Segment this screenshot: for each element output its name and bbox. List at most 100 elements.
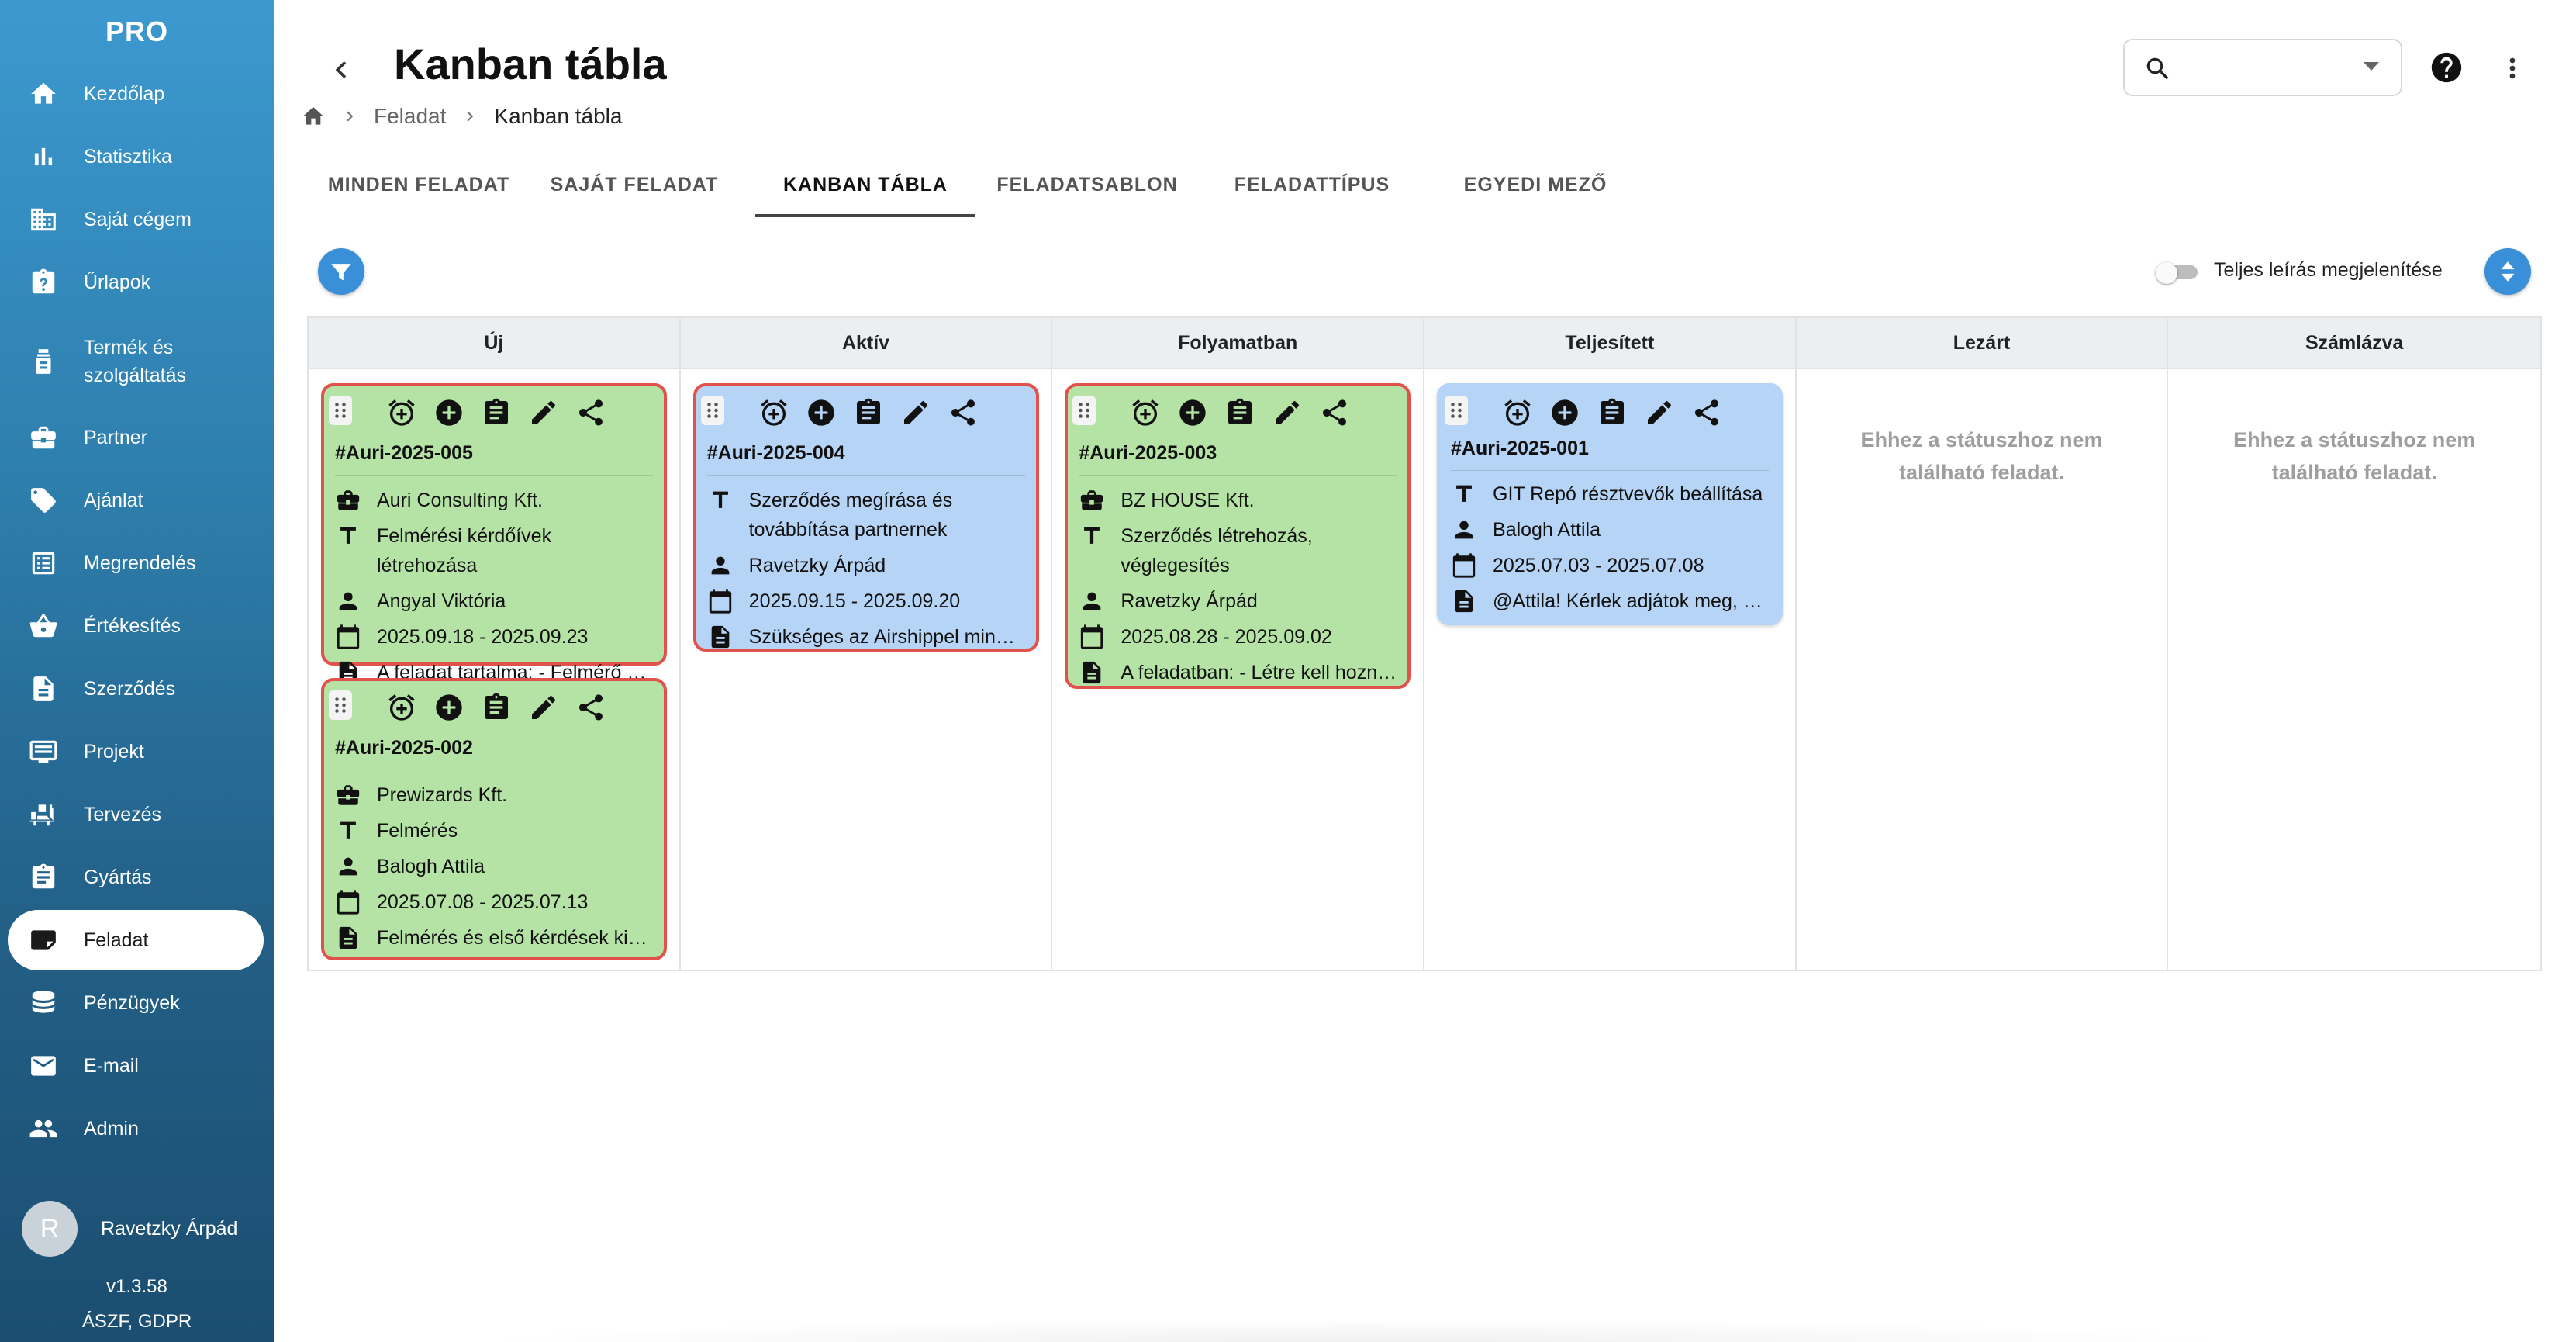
task-dates: 2025.08.28 - 2025.09.02 [1121, 626, 1332, 648]
drag-handle-icon[interactable] [1445, 396, 1469, 425]
add-circle-icon[interactable] [1176, 396, 1210, 430]
share-icon[interactable] [946, 396, 980, 430]
task-assignee: Balogh Attila [1493, 519, 1601, 541]
alarm-icon[interactable] [1128, 396, 1162, 430]
task-partner-row: BZ HOUSE Kft. [1079, 486, 1397, 515]
edit-icon[interactable] [527, 690, 561, 725]
sidebar-item-statisztika[interactable]: Statisztika [8, 126, 264, 187]
share-icon[interactable] [574, 690, 608, 725]
help-button[interactable] [2429, 50, 2464, 85]
column-title: Lezárt [1796, 318, 2167, 369]
alarm-icon[interactable] [385, 396, 419, 430]
column-title: Új [309, 318, 679, 369]
task-dates-row: 2025.07.08 - 2025.07.13 [335, 887, 653, 917]
task-partner: Auri Consulting Kft. [377, 489, 543, 511]
sidebar-item-szerzodes[interactable]: Szerződés [8, 659, 264, 719]
add-circle-icon[interactable] [1548, 396, 1582, 430]
task-card[interactable]: #Auri-2025-004 Szerződés megírása és tov… [692, 383, 1039, 652]
full-description-toggle[interactable] [2156, 262, 2199, 284]
add-circle-icon[interactable] [804, 396, 838, 430]
legal-links[interactable]: ÁSZF, GDPR [0, 1311, 274, 1333]
empty-column-message: Ehhez a státuszhoz nem található feladat… [2233, 428, 2476, 484]
clipboard-icon[interactable] [1223, 396, 1257, 430]
edit-icon[interactable] [899, 396, 933, 430]
task-title: Felmérési kérdőívek létrehozása [377, 525, 552, 576]
task-card[interactable]: #Auri-2025-001 GIT Repó résztvevők beáll… [1437, 383, 1784, 625]
sidebar-item-partner[interactable]: Partner [8, 407, 264, 468]
home-icon[interactable] [301, 104, 326, 129]
task-code: #Auri-2025-005 [335, 442, 473, 464]
share-icon[interactable] [1317, 396, 1352, 430]
more-options-button[interactable] [2497, 51, 2528, 85]
task-card[interactable]: #Auri-2025-005 Auri Consulting Kft. Felm… [321, 383, 667, 684]
sidebar-item-gyartas[interactable]: Gyártás [8, 847, 264, 908]
kanban-column-folyamatban: Folyamatban #Auri-2025-003 BZ HOUSE Kft. [1052, 318, 1425, 970]
alarm-icon[interactable] [385, 690, 419, 725]
chevron-right-icon [340, 106, 360, 126]
title-icon [335, 523, 361, 549]
sort-button[interactable] [2484, 248, 2531, 295]
drag-handle-icon[interactable] [329, 690, 352, 720]
edit-icon[interactable] [1270, 396, 1304, 430]
sidebar-item-kezdolap[interactable]: Kezdőlap [8, 64, 264, 124]
clipboard-icon[interactable] [851, 396, 886, 430]
alarm-icon[interactable] [1500, 396, 1535, 430]
task-card[interactable]: #Auri-2025-002 Prewizards Kft. Felmérés … [321, 678, 667, 960]
task-description: A feladatban: - Létre kell hozni a [1121, 662, 1397, 683]
sidebar-item-ertekesites[interactable]: Értékesítés [8, 596, 264, 656]
sidebar-item-penzugyek[interactable]: Pénzügyek [8, 973, 264, 1033]
search-input[interactable] [2187, 53, 2342, 84]
breadcrumb-link-feladat[interactable]: Feladat [374, 104, 446, 129]
card-divider [1451, 470, 1770, 471]
sidebar-item-tervezes[interactable]: Tervezés [8, 784, 264, 845]
sidebar-item-label: Értékesítés [84, 615, 181, 637]
clipboard-icon[interactable] [1595, 396, 1629, 430]
tab-sajat-feladat[interactable]: SAJÁT FELADAT [526, 152, 743, 217]
clipboard-icon[interactable] [479, 396, 513, 430]
user-profile[interactable]: R Ravetzky Árpád [22, 1201, 237, 1257]
search-select[interactable] [2123, 39, 2402, 96]
add-circle-icon[interactable] [432, 396, 466, 430]
sidebar-item-megrendeles[interactable]: Megrendelés [8, 533, 264, 593]
user-name: Ravetzky Árpád [101, 1217, 238, 1240]
task-partner-row: Prewizards Kft. [335, 780, 653, 810]
column-title: Teljesített [1424, 318, 1795, 369]
sidebar-item-email[interactable]: E-mail [8, 1036, 264, 1096]
caret-down-icon[interactable] [2364, 62, 2379, 71]
tab-minden-feladat[interactable]: MINDEN FELADAT [312, 152, 526, 217]
sidebar-item-admin[interactable]: Admin [8, 1098, 264, 1159]
clipboard-icon[interactable] [479, 690, 513, 725]
task-card[interactable]: #Auri-2025-003 BZ HOUSE Kft. Szerződés l… [1065, 383, 1411, 689]
tab-bar: MINDEN FELADAT SAJÁT FELADAT KANBAN TÁBL… [312, 152, 1645, 217]
alarm-icon[interactable] [757, 396, 791, 430]
back-button[interactable] [318, 47, 364, 93]
kanban-column-szamlazva: Számlázva Ehhez a státuszhoz nem találha… [2168, 318, 2541, 970]
drag-handle-icon[interactable] [700, 396, 724, 425]
drag-handle-icon[interactable] [329, 396, 352, 425]
planning-icon [28, 799, 59, 830]
edit-icon[interactable] [527, 396, 561, 430]
sidebar-item-projekt[interactable]: Projekt [8, 721, 264, 782]
brand-logo: PRO [105, 16, 168, 47]
toggle-knob [2156, 262, 2177, 284]
sidebar-item-termek-es-szolgaltatas[interactable]: Termék és szolgáltatás [8, 327, 264, 396]
sidebar-item-urlapok[interactable]: Űrlapok [8, 252, 264, 313]
sidebar-item-feladat[interactable]: Feladat [8, 910, 264, 970]
tab-egyedi-mezo[interactable]: EGYEDI MEZŐ [1425, 152, 1645, 217]
tab-feladatsablon[interactable]: FELADATSABLON [975, 152, 1199, 217]
tab-feladattipus[interactable]: FELADATTÍPUS [1199, 152, 1425, 217]
sidebar-item-ajanlat[interactable]: Ajánlat [8, 470, 264, 531]
users-icon [28, 1113, 59, 1144]
tab-kanban-tabla[interactable]: KANBAN TÁBLA [755, 152, 975, 217]
sidebar-item-sajat-cegem[interactable]: Saját cégem [8, 189, 264, 250]
filter-button[interactable] [318, 248, 364, 295]
card-divider [706, 475, 1025, 476]
task-title-row: Felmérési kérdőívek létrehozása [335, 521, 653, 580]
share-icon[interactable] [1690, 396, 1724, 430]
drag-handle-icon[interactable] [1072, 396, 1096, 425]
add-circle-icon[interactable] [432, 690, 466, 725]
title-icon [1079, 523, 1105, 549]
share-icon[interactable] [574, 396, 608, 430]
edit-icon[interactable] [1642, 396, 1676, 430]
task-dates-row: 2025.08.28 - 2025.09.02 [1079, 622, 1397, 652]
